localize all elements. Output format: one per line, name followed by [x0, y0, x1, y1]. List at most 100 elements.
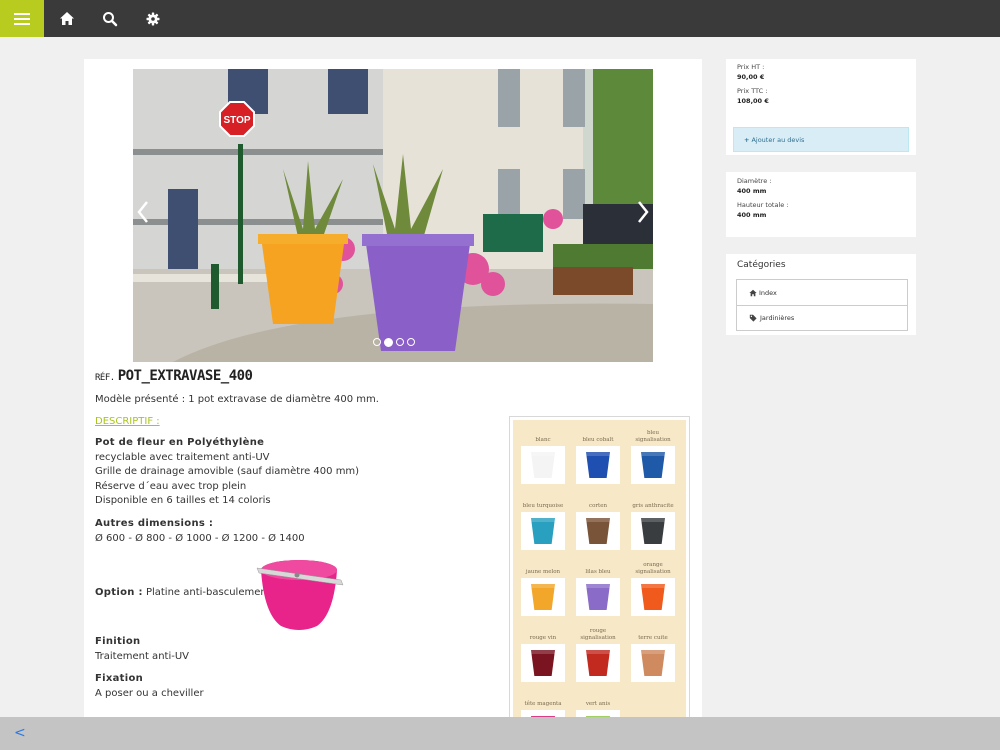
- image-slider[interactable]: STOP: [133, 69, 653, 362]
- pot-icon: [586, 452, 610, 478]
- color-swatch-label: blanc: [535, 437, 551, 443]
- pot-icon: [641, 650, 665, 676]
- features-block: Pot de fleur en Polyéthylène recyclable …: [95, 436, 359, 509]
- search-icon[interactable]: [100, 9, 120, 29]
- color-swatch-label: gris anthracite: [632, 503, 674, 509]
- category-label: Jardinières: [760, 314, 795, 322]
- top-toolbar: [0, 0, 1000, 37]
- color-chart: blanc bleu cobalt bleu signalisation bleu t…: [509, 416, 690, 719]
- color-swatch: bleu cobalt: [576, 422, 620, 484]
- feature-item: Disponible en 6 tailles et 14 coloris: [95, 495, 271, 506]
- color-swatch-box: [631, 512, 675, 550]
- color-swatch-label: jaune melon: [525, 569, 561, 575]
- color-swatch-label: terre cuite: [638, 635, 668, 641]
- color-swatch: rouge signalisation: [576, 620, 620, 682]
- pot-icon: [586, 518, 610, 544]
- height-value: 400 mm: [737, 211, 767, 219]
- color-swatch: tête magenta: [521, 686, 565, 719]
- color-swatch: blanc: [521, 422, 565, 484]
- diameter-label: Diamètre :: [737, 177, 772, 185]
- color-swatch-box: [631, 446, 675, 484]
- add-to-quote-label: Ajouter au devis: [751, 135, 805, 144]
- option-platine-image: [256, 560, 344, 630]
- slider-dot[interactable]: [396, 338, 404, 346]
- diameter-value: 400 mm: [737, 187, 767, 195]
- slider-prev-arrow[interactable]: [136, 199, 150, 225]
- color-swatch: terre cuite: [631, 620, 675, 682]
- color-swatch-box: [521, 644, 565, 682]
- color-swatch-label: bleu signalisation: [635, 430, 671, 443]
- finition-block: Finition Traitement anti-UV: [95, 635, 189, 664]
- feature-item: recyclable avec traitement anti-UV: [95, 451, 270, 463]
- color-swatch: lilas bleu: [576, 554, 620, 616]
- fixation-value: A poser ou a cheviller: [95, 687, 204, 699]
- dimensions-block: Autres dimensions : Ø 600 - Ø 800 - Ø 10…: [95, 517, 305, 546]
- price-ht-value: 90,00 €: [737, 73, 765, 81]
- features-heading: Pot de fleur en Polyéthylène: [95, 437, 265, 448]
- stop-sign-text: STOP: [223, 115, 250, 126]
- slider-next-arrow[interactable]: [636, 199, 650, 225]
- color-swatch: orange signalisation: [631, 554, 675, 616]
- price-ttc-label: Prix TTC :: [737, 87, 768, 95]
- category-label: Index: [759, 288, 777, 297]
- category-item-jardinieres[interactable]: Jardinières: [737, 305, 907, 330]
- dimensions-value: Ø 600 - Ø 800 - Ø 1000 - Ø 1200 - Ø 1400: [95, 532, 305, 544]
- menu-icon: [14, 12, 30, 25]
- descriptif-link[interactable]: DESCRIPTIF :: [95, 416, 160, 427]
- add-to-quote-button[interactable]: + Ajouter au devis: [733, 127, 909, 152]
- color-swatch: bleu signalisation: [631, 422, 675, 484]
- pot-icon: [586, 584, 610, 610]
- slider-dot[interactable]: [407, 338, 415, 346]
- categories-title: Catégories: [737, 260, 786, 270]
- color-swatch-label: tête magenta: [524, 701, 562, 707]
- slider-dot-active[interactable]: [384, 337, 393, 347]
- gear-icon[interactable]: [143, 9, 163, 29]
- specs-card: Diamètre : 400 mm Hauteur totale : 400 m…: [726, 172, 916, 237]
- pot-icon: [641, 452, 665, 478]
- color-swatch-label: lilas bleu: [585, 569, 611, 575]
- color-swatch-box: [576, 446, 620, 484]
- bottom-bar: <: [0, 717, 1000, 750]
- slider-dot[interactable]: [373, 338, 381, 346]
- pot-icon: [641, 584, 665, 610]
- category-item-index[interactable]: Index: [737, 280, 907, 305]
- color-swatch: bleu turquoise: [521, 488, 565, 550]
- feature-item: Grille de drainage amovible (sauf diamèt…: [95, 466, 360, 477]
- price-ht-label: Prix HT :: [737, 63, 765, 71]
- finition-title: Finition: [95, 636, 141, 647]
- pot-icon: [531, 518, 555, 544]
- color-swatch-box: [521, 446, 565, 484]
- pot-icon: [531, 452, 555, 478]
- color-swatch: vert anis: [576, 686, 620, 719]
- color-swatch: rouge vin: [521, 620, 565, 682]
- color-swatch-label: bleu cobalt: [582, 437, 614, 443]
- pot-icon: [531, 650, 555, 676]
- home-icon[interactable]: [57, 9, 77, 29]
- option-label: Option :: [95, 587, 143, 598]
- ref-code: POT_EXTRAVASE_400: [117, 368, 253, 384]
- fixation-title: Fixation: [95, 673, 144, 684]
- product-reference: RÉF. POT_EXTRAVASE_400: [95, 368, 253, 384]
- tag-icon: [749, 314, 757, 322]
- color-swatch: jaune melon: [521, 554, 565, 616]
- menu-button[interactable]: [0, 0, 44, 37]
- color-swatch-label: rouge signalisation: [580, 628, 616, 641]
- pot-icon: [531, 584, 555, 610]
- color-swatch-box: [631, 578, 675, 616]
- color-swatch-box: [631, 644, 675, 682]
- color-swatch-box: [521, 578, 565, 616]
- model-text: Modèle présenté : 1 pot extravase de dia…: [95, 394, 379, 405]
- price-card: Prix HT : 90,00 € Prix TTC : 108,00 € + …: [726, 59, 916, 155]
- color-swatch-box: [576, 512, 620, 550]
- dimensions-title: Autres dimensions :: [95, 518, 214, 529]
- price-ttc-value: 108,00 €: [737, 97, 769, 105]
- color-swatch-label: orange signalisation: [635, 562, 671, 575]
- pot-icon: [586, 650, 610, 676]
- color-swatch-label: rouge vin: [529, 635, 557, 641]
- back-button[interactable]: <: [14, 725, 26, 741]
- product-photo: STOP: [133, 69, 653, 362]
- color-swatch: corten: [576, 488, 620, 550]
- color-swatch: gris anthracite: [631, 488, 675, 550]
- color-swatch-label: vert anis: [585, 701, 611, 707]
- color-swatch-label: corten: [588, 503, 608, 509]
